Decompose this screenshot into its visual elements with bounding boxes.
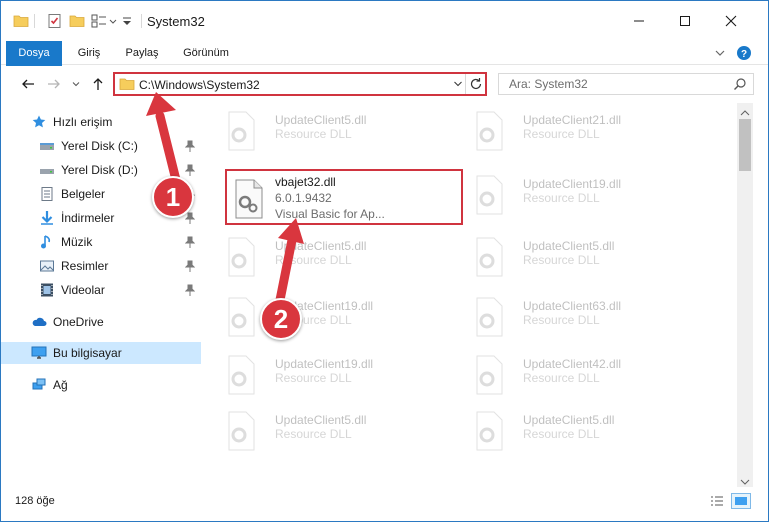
pictures-icon xyxy=(39,258,55,274)
cloud-icon xyxy=(31,314,47,330)
folder-icon xyxy=(119,76,135,95)
forward-arrow-icon[interactable] xyxy=(45,75,63,93)
file-item[interactable]: UpdateClient19.dll Resource DLL xyxy=(453,169,693,223)
videos-icon xyxy=(39,282,55,298)
sidebar-item-this-pc[interactable]: Bu bilgisayar xyxy=(1,342,201,364)
file-item[interactable]: UpdateClient63.dll Resource DLL xyxy=(453,291,693,345)
dll-file-icon xyxy=(225,355,257,395)
dll-file-icon xyxy=(473,237,505,277)
ribbon: Dosya Giriş Paylaş Görünüm ? xyxy=(1,41,768,95)
status-bar: 128 öğe xyxy=(1,487,768,521)
sidebar-item-local-disk-c[interactable]: Yerel Disk (C:) xyxy=(1,135,201,157)
chevron-down-icon[interactable] xyxy=(453,78,463,92)
address-path: C:\Windows\System32 xyxy=(139,78,260,92)
expand-ribbon-icon[interactable] xyxy=(713,46,727,63)
dll-file-icon xyxy=(473,297,505,337)
svg-text:?: ? xyxy=(741,49,747,60)
maximize-icon[interactable] xyxy=(662,1,708,41)
file-item[interactable]: UpdateClient5.dll Resource DLL xyxy=(453,231,693,285)
pin-icon[interactable] xyxy=(184,164,196,179)
sidebar-item-quick-access[interactable]: Hızlı erişim xyxy=(1,111,201,133)
up-arrow-icon[interactable] xyxy=(89,75,107,93)
dll-file-icon xyxy=(473,411,505,451)
properties-icon[interactable] xyxy=(47,13,63,29)
file-item[interactable]: UpdateClient42.dll Resource DLL xyxy=(453,349,693,403)
file-list: UpdateClient5.dll Resource DLL vbajet32.… xyxy=(205,103,737,461)
dll-file-icon xyxy=(233,179,265,219)
dll-file-icon xyxy=(225,237,257,277)
dll-file-icon xyxy=(473,111,505,151)
pin-icon[interactable] xyxy=(184,260,196,275)
pin-icon[interactable] xyxy=(184,140,196,155)
downloads-icon xyxy=(39,210,55,226)
drive-icon xyxy=(39,138,55,154)
scrollbar-thumb[interactable] xyxy=(739,119,751,171)
details-view-icon[interactable] xyxy=(707,493,727,509)
dll-file-icon xyxy=(473,355,505,395)
recent-locations-icon[interactable] xyxy=(67,75,85,93)
music-icon xyxy=(39,234,55,250)
dll-file-icon xyxy=(225,111,257,151)
sidebar-item-music[interactable]: Müzik xyxy=(1,231,201,253)
file-version: 6.0.1.9432 xyxy=(275,191,332,205)
title-bar: System32 xyxy=(1,1,768,41)
view-options-icon[interactable] xyxy=(91,13,119,29)
sidebar-item-pictures[interactable]: Resimler xyxy=(1,255,201,277)
new-folder-icon[interactable] xyxy=(69,13,85,29)
file-item-vbajet32[interactable]: vbajet32.dll 6.0.1.9432 Visual Basic for… xyxy=(205,169,445,223)
vertical-scrollbar[interactable] xyxy=(737,103,753,487)
refresh-icon[interactable] xyxy=(465,74,485,94)
file-item[interactable]: UpdateClient5.dll Resource DLL xyxy=(205,105,445,159)
file-item[interactable]: UpdateClient5.dll Resource DLL xyxy=(205,231,445,285)
search-placeholder: Ara: System32 xyxy=(509,77,588,91)
explorer-window: System32 Dosya Giriş Paylaş Görünüm ? C:… xyxy=(0,0,769,522)
help-icon[interactable]: ? xyxy=(736,45,752,64)
dll-file-icon xyxy=(473,175,505,215)
sidebar-item-videos[interactable]: Videolar xyxy=(1,279,201,301)
file-description: Visual Basic for Ap... xyxy=(275,207,385,221)
file-item[interactable]: UpdateClient5.dll Resource DLL xyxy=(453,405,693,459)
back-arrow-icon[interactable] xyxy=(19,75,37,93)
customize-toolbar-icon[interactable] xyxy=(121,13,133,29)
star-icon xyxy=(31,114,47,130)
close-icon[interactable] xyxy=(708,1,754,41)
step-2-badge: 2 xyxy=(260,298,302,340)
pin-icon[interactable] xyxy=(184,212,196,227)
search-icon[interactable] xyxy=(733,77,747,94)
item-count: 128 öğe xyxy=(15,495,55,507)
pin-icon[interactable] xyxy=(184,236,196,251)
folder-icon xyxy=(13,13,29,29)
file-item[interactable]: UpdateClient19.dll Resource DLL xyxy=(205,291,445,345)
minimize-icon[interactable] xyxy=(616,1,662,41)
sidebar-item-onedrive[interactable]: OneDrive xyxy=(1,311,201,333)
sidebar-item-network[interactable]: Ağ xyxy=(1,374,201,396)
scroll-up-icon[interactable] xyxy=(740,106,750,120)
address-bar[interactable]: C:\Windows\System32 xyxy=(113,72,487,96)
window-title: System32 xyxy=(147,14,205,29)
file-item[interactable]: UpdateClient5.dll Resource DLL xyxy=(205,405,445,459)
drive-icon xyxy=(39,162,55,178)
tab-share[interactable]: Paylaş xyxy=(117,41,167,65)
pin-icon[interactable] xyxy=(184,284,196,299)
file-item[interactable]: UpdateClient19.dll Resource DLL xyxy=(205,349,445,403)
step-1-badge: 1 xyxy=(152,176,194,218)
tab-view[interactable]: Görünüm xyxy=(173,41,239,65)
navigation-bar: C:\Windows\System32 Ara: System32 xyxy=(1,66,768,102)
tab-home[interactable]: Giriş xyxy=(67,41,111,65)
dll-file-icon xyxy=(225,411,257,451)
network-icon xyxy=(31,377,47,393)
divider xyxy=(141,14,142,28)
tiles-view-icon[interactable] xyxy=(731,493,751,509)
file-name: vbajet32.dll xyxy=(275,175,336,189)
dll-file-icon xyxy=(225,297,257,337)
file-item[interactable]: UpdateClient21.dll Resource DLL xyxy=(453,105,693,159)
computer-icon xyxy=(31,345,47,361)
documents-icon xyxy=(39,186,55,202)
navigation-pane: Hızlı erişim Yerel Disk (C:) Yerel Disk … xyxy=(1,103,205,461)
divider xyxy=(34,14,35,28)
search-input[interactable]: Ara: System32 xyxy=(498,73,754,95)
